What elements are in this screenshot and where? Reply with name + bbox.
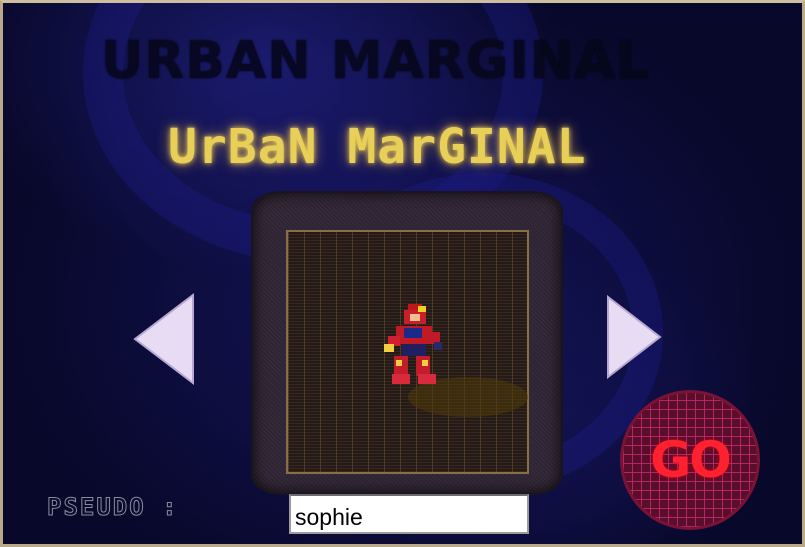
- go-button[interactable]: GO: [623, 393, 757, 527]
- game-title-shadow: URBAN MARGINAL: [101, 31, 650, 91]
- pseudo-label: PSEUDO :: [47, 493, 179, 522]
- game-title-logo: UrBaN MarGINAL: [168, 119, 587, 175]
- next-character-button[interactable]: [606, 295, 662, 379]
- go-button-label: GO: [650, 431, 732, 489]
- character-select-screen: URBAN MARGINAL UrBaN MarGINAL GO PSEUDO …: [0, 0, 805, 547]
- triangle-right-icon: [607, 295, 662, 379]
- previous-character-button[interactable]: [133, 293, 197, 385]
- character-preview-screen: [286, 230, 529, 474]
- pseudo-input[interactable]: [289, 494, 529, 534]
- character-sprite: [384, 304, 442, 384]
- triangle-left-icon: [133, 293, 194, 385]
